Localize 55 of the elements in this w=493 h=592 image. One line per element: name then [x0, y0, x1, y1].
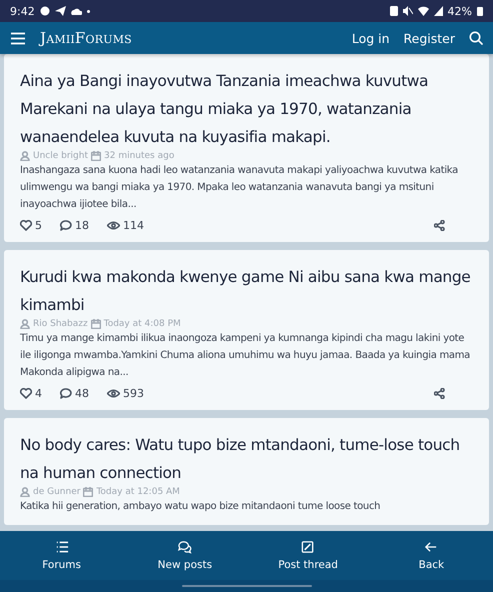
mute-icon: [402, 6, 413, 16]
signal-icon: [434, 6, 443, 16]
thread-card[interactable]: [4, 250, 489, 410]
thread-card[interactable]: No body cares: Watu tupo bize mtandaoni, tume-lose touch na human connection de Gunner Today at 12:05 AM Katika hii generation, ambayo watu wapo bize mitandaoni tume loose touch: [4, 418, 489, 525]
battery-icon: [477, 6, 483, 16]
thread-snippet: Inashangaza sana kuona hadi leo watanzania wanavuta makapi yaliyoachwa kuvutwa katika ulimwengu wa bangi miaka ya 1970. Mpaka leo watanzania wanavuta bangi ya msituni inayoachwa ijiotee bila...: [20, 164, 459, 212]
like-count: 5: [35, 219, 42, 232]
calendar-icon: [90, 319, 101, 329]
thread-date: 32 minutes ago: [104, 151, 174, 161]
thread-card[interactable]: [4, 54, 489, 242]
edit-square-icon: [301, 540, 316, 554]
eye-icon: [107, 221, 120, 230]
thread-date: Today at 4:08 PM: [104, 319, 181, 329]
nav-tab[interactable]: Post thread: [246, 531, 370, 580]
heart-icon[interactable]: [20, 388, 32, 399]
comment-icon: [60, 388, 72, 399]
share-icon[interactable]: [434, 220, 445, 231]
reply-count: 18: [75, 219, 89, 232]
thread-title[interactable]: Kurudi kwa makonda kwenye game Ni aibu sana kwa mange kimambi: [20, 263, 473, 319]
like-count: 4: [35, 387, 42, 400]
sim-icon: [390, 6, 398, 16]
nav-tab[interactable]: Back: [370, 531, 493, 580]
view-count: 593: [123, 387, 144, 400]
list-icon: [54, 540, 69, 554]
menu-icon[interactable]: [10, 32, 26, 44]
cloud-icon: [70, 7, 82, 15]
chat-bubbles-icon: [178, 540, 192, 554]
view-count: 114: [123, 219, 144, 232]
nav-tab[interactable]: New posts: [123, 531, 246, 580]
user-icon: [20, 487, 30, 497]
send-icon: [54, 6, 66, 16]
calendar-icon: [91, 151, 101, 161]
back-arrow-icon: [424, 540, 438, 554]
nav-tab[interactable]: Forums: [0, 531, 124, 580]
eye-icon: [107, 389, 120, 398]
comment-icon: [60, 220, 72, 231]
header-link[interactable]: Log in: [352, 30, 390, 46]
reply-count: 48: [75, 387, 89, 400]
share-icon[interactable]: [434, 388, 445, 399]
battery-level: 42%: [448, 4, 472, 18]
wifi-icon: [418, 6, 429, 16]
heart-icon[interactable]: [20, 220, 32, 231]
header-link[interactable]: Register: [404, 30, 455, 46]
thread-snippet: Timu ya mange kimambi ilikua inaongoza kampeni ya kumnanga kipindi cha magu lakini yote ile iligonga mwamba.Yamkini Chuma aliona umuhimu wa huyu jamaa. Baada ya kuingia mama Makonda alipigwa na...: [20, 332, 471, 380]
thread-title[interactable]: No body cares: Watu tupo bize mtandaoni, tume-lose touch na human connection: [20, 431, 473, 487]
user-icon: [20, 319, 30, 329]
calendar-icon: [83, 487, 94, 497]
user-icon: [20, 151, 30, 161]
thread-date: Today at 12:05 AM: [96, 487, 180, 497]
thread-snippet: Katika hii generation, ambayo watu wapo bize mitandaoni tume loose touch: [20, 500, 382, 514]
site-logo[interactable]: JamiiForums: [40, 29, 132, 47]
search-icon[interactable]: [469, 31, 483, 45]
dot-icon: [86, 10, 90, 12]
status-time: 9:42: [10, 4, 35, 18]
thread-title[interactable]: Aina ya Bangi inayovutwa Tanzania imeachwa kuvutwa Marekani na ulaya tangu miaka ya 1970, watanzania wanaendelea kuvuta na kuyasifia makapi.: [20, 67, 473, 151]
